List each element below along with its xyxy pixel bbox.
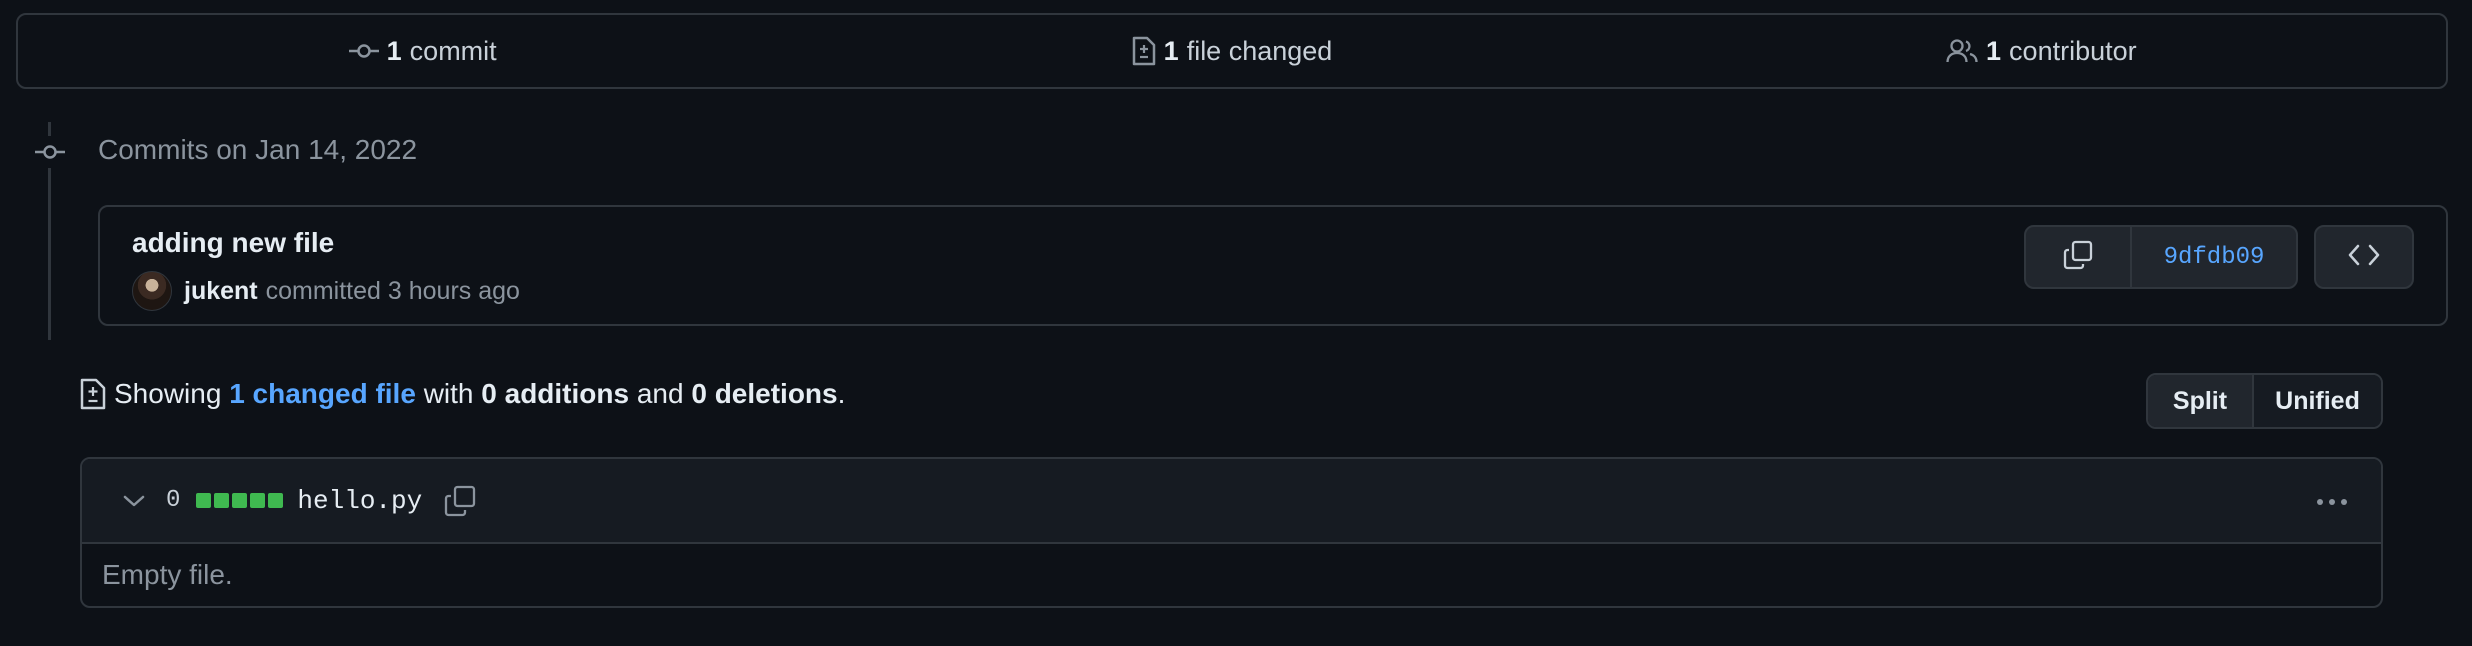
commit-author[interactable]: jukent (184, 277, 258, 306)
diff-summary-with: with (423, 378, 474, 409)
code-icon (2348, 244, 2380, 271)
diff-summary-prefix: Showing (114, 378, 222, 409)
summary-commits[interactable]: 1 commit (18, 36, 827, 67)
commit-summary-bar: 1 commit 1 file changed 1 contributor (16, 13, 2448, 89)
summary-files[interactable]: 1 file changed (827, 36, 1636, 67)
diffstat-block (250, 493, 266, 508)
summary-commits-label: commit (409, 35, 497, 66)
additions-count: 0 additions (481, 378, 630, 409)
changed-files-link[interactable]: 1 changed file (229, 378, 416, 410)
commit-time: committed 3 hours ago (265, 276, 520, 305)
file-change-count: 0 (166, 487, 181, 514)
browse-code-button[interactable] (2314, 225, 2414, 289)
commits-date-heading: Commits on Jan 14, 2022 (98, 134, 418, 165)
copy-icon[interactable] (444, 485, 476, 517)
commit-title[interactable]: adding new file (132, 227, 334, 259)
summary-files-count: 1 (1163, 35, 1179, 66)
split-view-button[interactable]: Split (2148, 375, 2254, 427)
git-commit-icon (348, 41, 379, 61)
file-body: Empty file. (102, 559, 233, 590)
summary-contributors-count: 1 (1986, 35, 2002, 66)
diffstat-block (196, 493, 212, 508)
diff-view-toggle: Split Unified (2146, 373, 2383, 429)
summary-commits-count: 1 (386, 35, 402, 66)
summary-files-label: file changed (1186, 35, 1333, 66)
git-commit-icon (30, 136, 70, 168)
unified-view-button[interactable]: Unified (2254, 375, 2381, 427)
kebab-menu-icon[interactable] (2315, 487, 2349, 517)
file-header: 0 hello.py (82, 459, 2381, 544)
file-diff-icon (1132, 36, 1156, 66)
chevron-down-icon[interactable] (122, 493, 146, 509)
diffstat-block (214, 493, 230, 508)
diff-summary-and: and (636, 378, 684, 409)
file-name[interactable]: hello.py (297, 486, 422, 516)
commit-meta: jukent committed 3 hours ago (132, 271, 520, 311)
diffstat-bar (196, 493, 284, 508)
diffstat-block (268, 493, 284, 508)
deletions-count: 0 deletions (691, 378, 838, 409)
commit-sha-link[interactable]: 9dfdb09 (2132, 227, 2296, 287)
diffstat-block (232, 493, 248, 508)
summary-contributors[interactable]: 1 contributor (1637, 36, 2446, 67)
avatar[interactable] (132, 271, 172, 311)
copy-sha-button[interactable] (2026, 227, 2132, 287)
people-icon (1946, 38, 1978, 64)
copy-icon (2063, 240, 2093, 275)
summary-contributors-label: contributor (2009, 35, 2137, 66)
diff-summary-suffix: . (837, 378, 846, 409)
diff-summary: Showing 1 changed file with 0 additions … (80, 378, 845, 410)
commit-sha-button-group: 9dfdb09 (2024, 225, 2298, 289)
file-diff-icon (80, 378, 106, 410)
file-diff: 0 hello.py Empty file. (80, 457, 2383, 608)
